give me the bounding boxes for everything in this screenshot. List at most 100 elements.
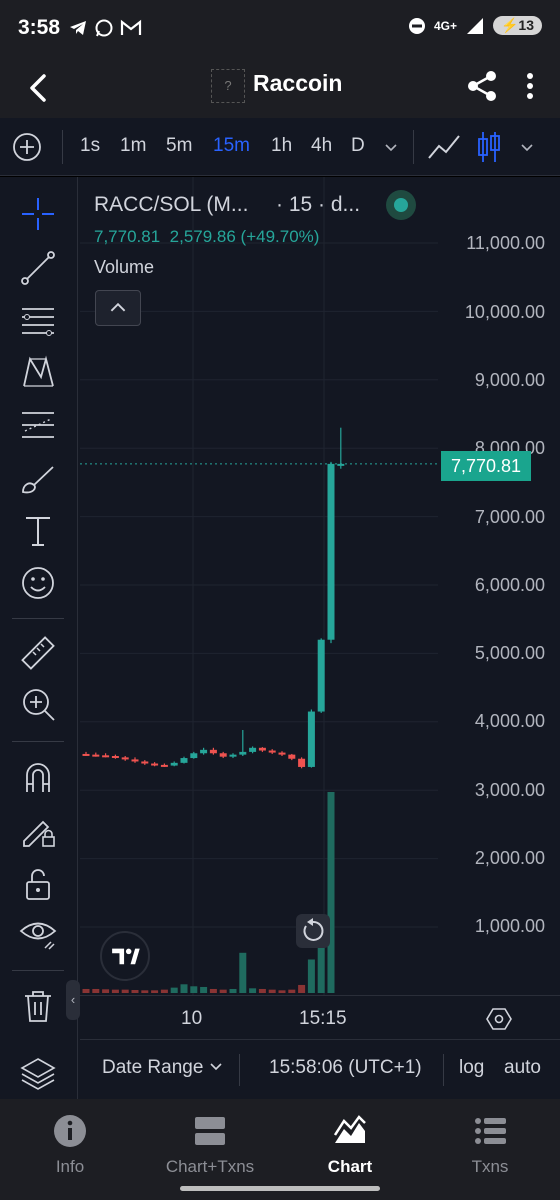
date-range-button[interactable]: Date Range [102, 1057, 223, 1079]
auto-scale-toggle[interactable]: auto [504, 1057, 541, 1079]
volume-bar [111, 989, 119, 993]
market-status-dot [386, 190, 416, 220]
coin-logo: ? [211, 69, 245, 103]
volume-bar [180, 984, 188, 993]
line-chart-icon[interactable] [427, 132, 461, 162]
chevron-down-icon[interactable] [520, 140, 534, 154]
nav-chart-txns[interactable]: Chart+Txns [140, 1113, 280, 1177]
candle-body [102, 755, 110, 758]
prediction-icon[interactable] [19, 406, 57, 444]
candle-body [190, 753, 198, 759]
candle-body [239, 751, 247, 755]
time-label: 10 [181, 1008, 203, 1029]
crosshair-icon[interactable] [19, 195, 57, 233]
chevron-down-icon[interactable] [384, 140, 398, 154]
back-arrow-icon[interactable] [20, 68, 60, 108]
share-icon[interactable] [464, 68, 500, 104]
interval-1s[interactable]: 1s [80, 135, 100, 157]
dnd-icon [408, 17, 425, 34]
unlock-icon[interactable] [19, 865, 57, 903]
interval-d[interactable]: D [351, 135, 365, 157]
collapse-legend-button[interactable] [95, 290, 141, 326]
network-type: 4G+ [433, 18, 457, 33]
interval-label: · 15 · d... [276, 193, 361, 216]
interval-1m[interactable]: 1m [120, 135, 146, 157]
nav-label: Txns [471, 1157, 509, 1176]
volume-bar [229, 988, 237, 993]
zoom-in-icon[interactable] [19, 685, 57, 723]
candle-body [288, 754, 296, 759]
nav-label: Chart+Txns [165, 1157, 255, 1176]
time-label: 15:15 [299, 1008, 347, 1029]
log-scale-toggle[interactable]: log [459, 1057, 484, 1079]
date-range-label: Date Range [102, 1057, 204, 1078]
list-icon [475, 1118, 506, 1144]
trend-line-icon[interactable] [19, 249, 57, 287]
trash-icon[interactable] [19, 987, 57, 1025]
battery-icon: ⚡13 [492, 16, 542, 35]
fib-lines-icon[interactable] [19, 301, 57, 339]
lock-drawing-icon[interactable] [19, 811, 57, 849]
interval-1h[interactable]: 1h [271, 135, 292, 157]
add-symbol-icon[interactable] [12, 132, 42, 162]
pattern-icon[interactable] [19, 353, 57, 391]
volume-bar [190, 986, 198, 993]
price-label: 4,000.00 [474, 711, 545, 731]
eye-icon[interactable] [19, 914, 57, 952]
magnet-icon[interactable] [19, 758, 57, 796]
candle-body [298, 758, 306, 767]
price-label: 7,000.00 [474, 507, 545, 527]
volume-bar [209, 988, 217, 993]
volume-bar [268, 989, 276, 993]
chart-toolbar: 1s 1m 5m 15m 1h 4h D [0, 118, 560, 176]
chart-settings-icon[interactable] [486, 1006, 512, 1032]
nav-label: Chart [327, 1157, 373, 1176]
brush-icon[interactable] [19, 459, 57, 497]
nav-info[interactable]: Info [0, 1113, 140, 1177]
candle-body [307, 711, 315, 767]
timezone-clock[interactable]: 15:58:06 (UTC+1) [269, 1057, 422, 1079]
volume-bar [151, 990, 159, 993]
candle-body [92, 754, 100, 757]
ruler-icon[interactable] [19, 634, 57, 672]
price-label: 9,000.00 [474, 370, 545, 390]
candle-body [180, 758, 188, 763]
drawing-toolbar [0, 177, 78, 1099]
last-price: 7,770.81 [94, 227, 161, 246]
volume-bar [239, 952, 247, 993]
nav-txns[interactable]: Txns [420, 1113, 560, 1177]
layers-icon[interactable] [19, 1055, 57, 1093]
price-chart[interactable]: RACC/SOL (M... · 15 · d... 7,770.81 2,57… [80, 177, 560, 1099]
price-label: 3,000.00 [474, 780, 545, 800]
volume-label: Volume [94, 257, 155, 277]
reset-chart-icon[interactable] [296, 914, 330, 948]
signal-icon [466, 17, 483, 34]
tradingview-logo-icon[interactable] [100, 931, 150, 981]
volume-bar [327, 792, 335, 993]
volume-bar [160, 989, 168, 993]
candlestick-icon[interactable] [476, 130, 502, 164]
more-options-icon[interactable] [516, 70, 544, 102]
symbol-label[interactable]: RACC/SOL (M... [94, 193, 248, 217]
interval-4h[interactable]: 4h [311, 135, 332, 157]
interval-5m[interactable]: 5m [166, 135, 192, 157]
volume-bar [288, 989, 296, 993]
status-time: 3:58 [18, 16, 61, 39]
text-tool-icon[interactable] [19, 512, 57, 550]
emoji-icon[interactable] [19, 564, 57, 602]
nav-chart[interactable]: Chart [280, 1113, 420, 1177]
candle-body [121, 757, 129, 760]
time-axis[interactable]: 10 15:15 [80, 995, 560, 1039]
price-change: 2,579.86 (+49.70%) [169, 227, 320, 246]
collapse-toolbar-tab[interactable]: ‹ [66, 980, 80, 1020]
interval-15m[interactable]: 15m [213, 135, 250, 157]
candle-body [268, 750, 276, 753]
volume-bar [200, 986, 208, 993]
status-bar: 3:58 4G+ ⚡13 [0, 0, 560, 56]
candle-body [327, 463, 335, 640]
price-label: 2,000.00 [474, 848, 545, 868]
app-header: ? Raccoin [0, 56, 560, 118]
price-label: 11,000.00 [466, 233, 545, 253]
candle-body [141, 761, 149, 764]
volume-bar [102, 989, 110, 993]
